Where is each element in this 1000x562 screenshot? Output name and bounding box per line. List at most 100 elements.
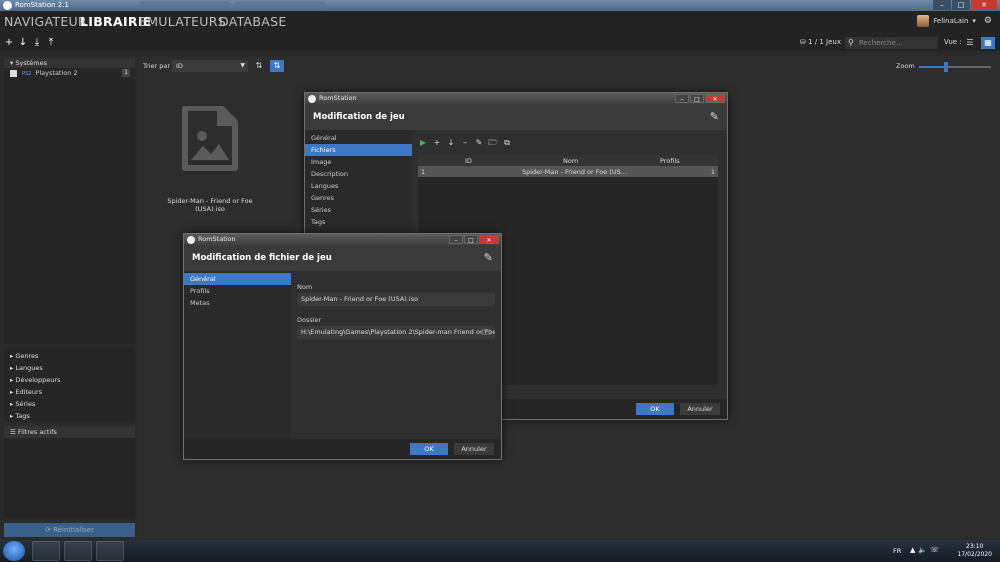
explorer-app-icon[interactable] — [32, 541, 60, 561]
nav-fichiers[interactable]: Fichiers — [305, 144, 412, 156]
nav-image[interactable]: Image — [305, 156, 412, 168]
nav-metas[interactable]: Metas — [184, 297, 291, 309]
clock[interactable]: 23:10 17/02/2020 — [957, 543, 992, 559]
filter-editeurs[interactable]: ▸ Editeurs — [4, 386, 135, 398]
folder-icon[interactable]: 🗁 — [488, 138, 498, 148]
gear-icon[interactable]: ⚙ — [984, 16, 992, 26]
files-toolbar: ▶ + ↓ – ✎ 🗁 ⧉ — [418, 138, 512, 150]
dialog-titlebar[interactable]: RomStation – □ ✕ — [184, 234, 501, 245]
filter-developpeurs[interactable]: ▸ Développeurs — [4, 374, 135, 386]
sort-bar: Trier par ID ▼ ⇅ ⇅ Zoom — [139, 58, 1000, 74]
nav-tags[interactable]: Tags — [305, 216, 412, 228]
systems-header[interactable]: ▾ Systèmes — [4, 58, 135, 68]
play-icon[interactable]: ▶ — [418, 138, 428, 148]
copy-icon[interactable]: ⧉ — [502, 138, 512, 148]
col-id[interactable]: ID — [465, 157, 472, 165]
ps2-logo-icon: PS2 — [22, 71, 32, 77]
active-filters-panel: ☰ Filtres actifs — [4, 426, 135, 519]
user-menu[interactable]: FelinaLain ▾ ⚙ — [917, 15, 992, 27]
filter-genres[interactable]: ▸ Genres — [4, 350, 135, 362]
nav-genres[interactable]: Genres — [305, 192, 412, 204]
dialog-titlebar[interactable]: RomStation – □ ✕ — [305, 93, 727, 104]
export-icon[interactable]: ⤒ — [45, 37, 57, 49]
dialog-header: Modification de fichier de jeu ✎ — [184, 245, 501, 271]
view-label: Vue : — [944, 38, 962, 46]
pencil-icon[interactable]: ✎ — [484, 251, 493, 264]
nav-profils[interactable]: Profils — [184, 285, 291, 297]
name-field[interactable]: Spider-Man - Friend or Foe (USA).iso — [297, 293, 495, 306]
search-input[interactable]: Recherche... — [859, 39, 902, 47]
import-icon[interactable]: ⤓ — [31, 37, 43, 49]
close-button[interactable]: ✕ — [971, 0, 997, 10]
edit-file-dialog: RomStation – □ ✕ Modification de fichier… — [183, 233, 502, 460]
library-toolbar: + ↓ ⤓ ⤒ ⛁ 1 / 1 Jeux ⚲ Recherche... Vue … — [0, 35, 1000, 51]
folder-icon[interactable]: 🗁 — [482, 326, 492, 339]
close-button[interactable]: ✕ — [479, 235, 499, 244]
system-item-ps2[interactable]: PS2 Playstation 2 1 — [4, 68, 135, 78]
tab-database[interactable]: DATABASE — [219, 14, 287, 29]
chrome-app-icon[interactable] — [64, 541, 92, 561]
tab-emulateurs[interactable]: EMULATEURS — [139, 14, 226, 29]
nav-general[interactable]: Général — [305, 132, 412, 144]
cancel-button[interactable]: Annuler — [454, 443, 494, 455]
image-placeholder-icon — [182, 106, 238, 171]
nav-general[interactable]: Général — [184, 273, 291, 285]
minimize-button[interactable]: – — [933, 0, 951, 10]
checkbox[interactable] — [10, 69, 17, 77]
folder-label: Dossier — [297, 316, 322, 324]
table-row[interactable]: 1 Spider-Man - Friend or Foe (US... 1 — [418, 166, 718, 177]
dialog-title: Modification de fichier de jeu — [192, 253, 332, 263]
col-profils[interactable]: Profils — [660, 157, 680, 165]
sort-descending-button[interactable]: ⇅ — [270, 60, 284, 72]
windows-taskbar: FR ▲🔈☏ 23:10 17/02/2020 — [0, 540, 1000, 562]
nav-langues[interactable]: Langues — [305, 180, 412, 192]
minimize-button[interactable]: – — [449, 235, 463, 244]
reset-button[interactable]: ⟳ Réinitialiser — [4, 523, 135, 537]
ok-button[interactable]: OK — [636, 403, 674, 415]
remove-icon[interactable]: – — [460, 138, 470, 148]
nav-description[interactable]: Description — [305, 168, 412, 180]
folder-field[interactable]: H:\Emulating\Games\Playstation 2\Spider-… — [297, 326, 495, 339]
database-icon: ⛁ — [800, 38, 806, 46]
zoom-slider[interactable] — [919, 62, 991, 72]
sort-ascending-button[interactable]: ⇅ — [252, 60, 266, 72]
maximize-button[interactable]: □ — [690, 94, 704, 103]
zoom-handle[interactable] — [944, 62, 949, 72]
pencil-icon[interactable]: ✎ — [710, 110, 719, 123]
table-header: ID Nom Profils — [418, 155, 718, 166]
col-nom[interactable]: Nom — [563, 157, 578, 165]
sort-select[interactable]: ID ▼ — [172, 60, 248, 72]
nav-series[interactable]: Séries — [305, 204, 412, 216]
language-indicator[interactable]: FR — [893, 547, 901, 555]
add-icon[interactable]: + — [3, 37, 15, 49]
app-icon — [3, 1, 12, 10]
filter-langues[interactable]: ▸ Langues — [4, 362, 135, 374]
download-icon[interactable]: ↓ — [17, 37, 29, 49]
dialog-nav: Général Profils Metas — [184, 271, 291, 440]
window-titlebar[interactable]: RomStation 2.1 – □ ✕ — [0, 0, 1000, 11]
game-card[interactable]: Spider-Man - Friend or Foe (USA).iso — [153, 100, 267, 213]
user-name: FelinaLain — [933, 17, 969, 25]
cancel-button[interactable]: Annuler — [680, 403, 720, 415]
maximize-button[interactable]: □ — [952, 0, 970, 10]
grid-view-button[interactable]: ▦ — [981, 37, 995, 49]
romstation-app-icon[interactable] — [96, 541, 124, 561]
download-icon[interactable]: ↓ — [446, 138, 456, 148]
tab-navigateur[interactable]: NAVIGATEUR — [4, 14, 87, 29]
pencil-icon[interactable]: ✎ — [474, 138, 484, 148]
name-label: Nom — [297, 283, 313, 291]
zoom-fill — [919, 66, 947, 68]
list-view-button[interactable]: ☰ — [963, 37, 977, 49]
close-button[interactable]: ✕ — [705, 94, 725, 103]
filters-panel: ▸ Genres ▸ Langues ▸ Développeurs ▸ Edit… — [4, 348, 135, 422]
dialog-footer: OK Annuler — [184, 439, 501, 459]
tray-icons[interactable]: ▲🔈☏ — [910, 546, 942, 554]
search-box[interactable]: ⚲ Recherche... — [845, 37, 938, 49]
maximize-button[interactable]: □ — [464, 235, 478, 244]
start-button[interactable] — [3, 541, 25, 561]
minimize-button[interactable]: – — [675, 94, 689, 103]
add-icon[interactable]: + — [432, 138, 442, 148]
filter-series[interactable]: ▸ Séries — [4, 398, 135, 410]
ok-button[interactable]: OK — [410, 443, 448, 455]
filter-tags[interactable]: ▸ Tags — [4, 410, 135, 422]
